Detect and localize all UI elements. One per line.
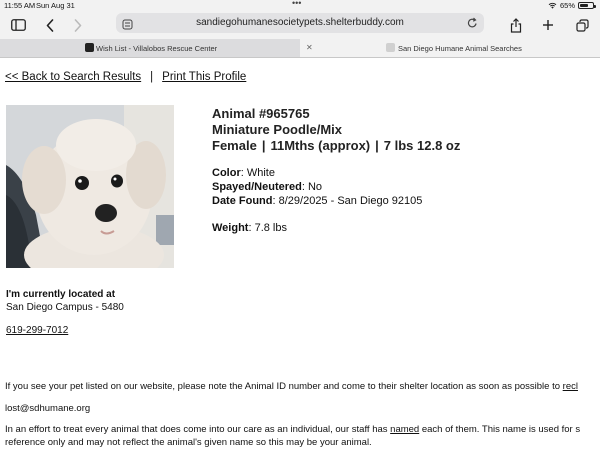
weight-row: Weight: 7.8 lbs (212, 221, 460, 235)
tab-bar: Wish List - Villalobos Rescue Center ✕ S… (0, 39, 600, 58)
battery-percent: 65% (559, 1, 575, 10)
battery-icon (578, 2, 596, 9)
date-found-value: : 8/29/2025 - San Diego 92105 (272, 195, 423, 207)
location-block: I'm currently located at San Diego Campu… (6, 288, 124, 314)
tab-title[interactable]: Wish List - Villalobos Rescue Center (96, 44, 217, 53)
wifi-icon (548, 2, 557, 9)
date-found-label: Date Found (212, 195, 273, 207)
weight-label: Weight (212, 222, 249, 234)
animal-photo (6, 105, 174, 268)
animal-details: Animal #965765 Miniature Poodle/Mix Fema… (212, 106, 460, 235)
favicon-icon (386, 43, 395, 52)
notice-text: If you see your pet listed on our websit… (5, 381, 578, 392)
animal-breed: Miniature Poodle/Mix (212, 122, 343, 137)
tabs-overview-icon[interactable] (572, 15, 592, 35)
naming-text-a: In an effort to treat every animal that … (5, 424, 391, 435)
print-profile-link[interactable]: Print This Profile (162, 71, 246, 83)
reload-icon[interactable] (467, 16, 478, 34)
naming-text-b: each of them. This name is used for s (419, 424, 581, 435)
status-date: Sun Aug 31 (36, 1, 75, 10)
color-row: Color: White (212, 166, 460, 180)
animal-summary: Female | 11Mths (approx) | 7 lbs 12.8 oz (212, 138, 461, 153)
tab-animal-searches[interactable]: ✕ San Diego Humane Animal Searches (300, 39, 600, 57)
tab-title[interactable]: San Diego Humane Animal Searches (398, 44, 522, 53)
multitasking-dots[interactable]: ••• (292, 0, 301, 8)
back-icon[interactable] (40, 15, 60, 35)
naming-notice: In an effort to treat every animal that … (5, 423, 580, 449)
address-bar[interactable]: sandiegohumanesocietypets.shelterbuddy.c… (116, 13, 484, 33)
phone-link[interactable]: 619-299-7012 (6, 325, 68, 336)
contact-email[interactable]: lost@sdhumane.org (5, 403, 90, 414)
spayed-row: Spayed/Neutered: No (212, 180, 460, 194)
page-content: << Back to Search Results | Print This Pro… (0, 58, 600, 450)
reclaim-link[interactable]: recl (563, 381, 578, 392)
new-tab-icon[interactable] (538, 15, 558, 35)
notice-body: If you see your pet listed on our websit… (5, 381, 563, 392)
location-heading: I'm currently located at (6, 289, 116, 300)
spayed-value: : No (301, 181, 323, 193)
color-label: Color (212, 167, 241, 179)
forward-icon[interactable] (68, 15, 88, 35)
named-link[interactable]: named (390, 424, 419, 435)
share-icon[interactable] (506, 15, 526, 35)
location-text: San Diego Campus - 5480 (6, 302, 124, 313)
date-found-row: Date Found: 8/29/2025 - San Diego 92105 (212, 194, 460, 208)
status-time: 11:55 AM (4, 1, 36, 10)
animal-id: Animal #965765 (212, 106, 310, 121)
nav-separator: | (150, 71, 154, 83)
color-value: : White (240, 167, 275, 179)
weight-value: : 7.8 lbs (248, 222, 287, 234)
sidebar-icon[interactable] (8, 15, 28, 35)
naming-text-c: reference only and may not reflect the a… (5, 437, 372, 448)
status-bar: 11:55 AM Sun Aug 31 ••• 65% (0, 0, 600, 11)
favicon-icon (85, 43, 94, 52)
browser-toolbar: sandiegohumanesocietypets.shelterbuddy.c… (0, 11, 600, 39)
url-text[interactable]: sandiegohumanesocietypets.shelterbuddy.c… (116, 17, 484, 28)
animal-age: 11Mths (approx) (270, 138, 371, 153)
animal-sex: Female (212, 138, 257, 153)
spayed-label: Spayed/Neutered (212, 181, 302, 193)
tab-wish-list[interactable]: Wish List - Villalobos Rescue Center (0, 39, 299, 57)
close-tab-icon[interactable]: ✕ (306, 43, 313, 52)
animal-weight-summary: 7 lbs 12.8 oz (383, 138, 461, 153)
back-to-results-link[interactable]: << Back to Search Results (5, 71, 141, 83)
profile-nav: << Back to Search Results | Print This Pro… (5, 71, 246, 83)
